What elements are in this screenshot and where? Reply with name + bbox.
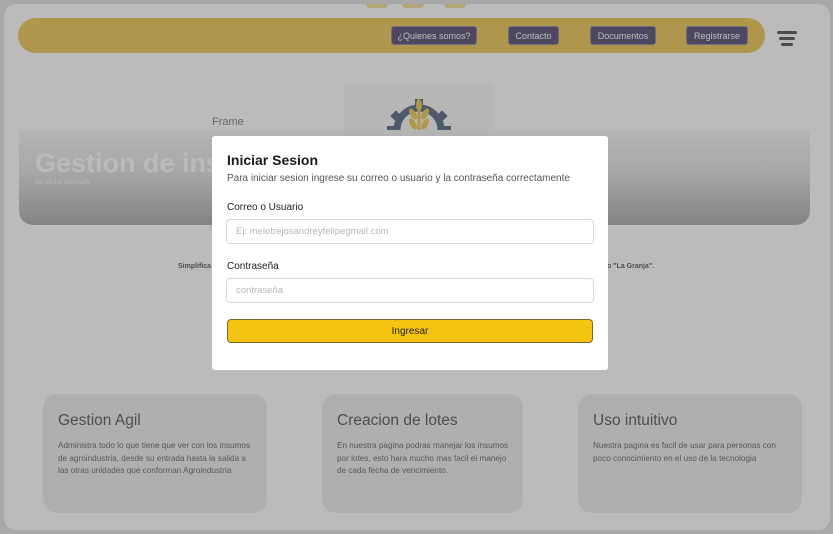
user-field-label: Correo o Usuario <box>227 202 304 213</box>
login-subtitle: Para iniciar sesion ingrese su correo o … <box>227 173 570 184</box>
login-modal: Iniciar Sesion Para iniciar sesion ingre… <box>212 136 608 370</box>
password-field-label: Contraseña <box>227 261 279 272</box>
user-input[interactable] <box>226 219 594 244</box>
password-input[interactable] <box>226 278 594 303</box>
login-title: Iniciar Sesion <box>227 152 319 168</box>
login-submit-button[interactable]: Ingresar <box>227 319 593 343</box>
